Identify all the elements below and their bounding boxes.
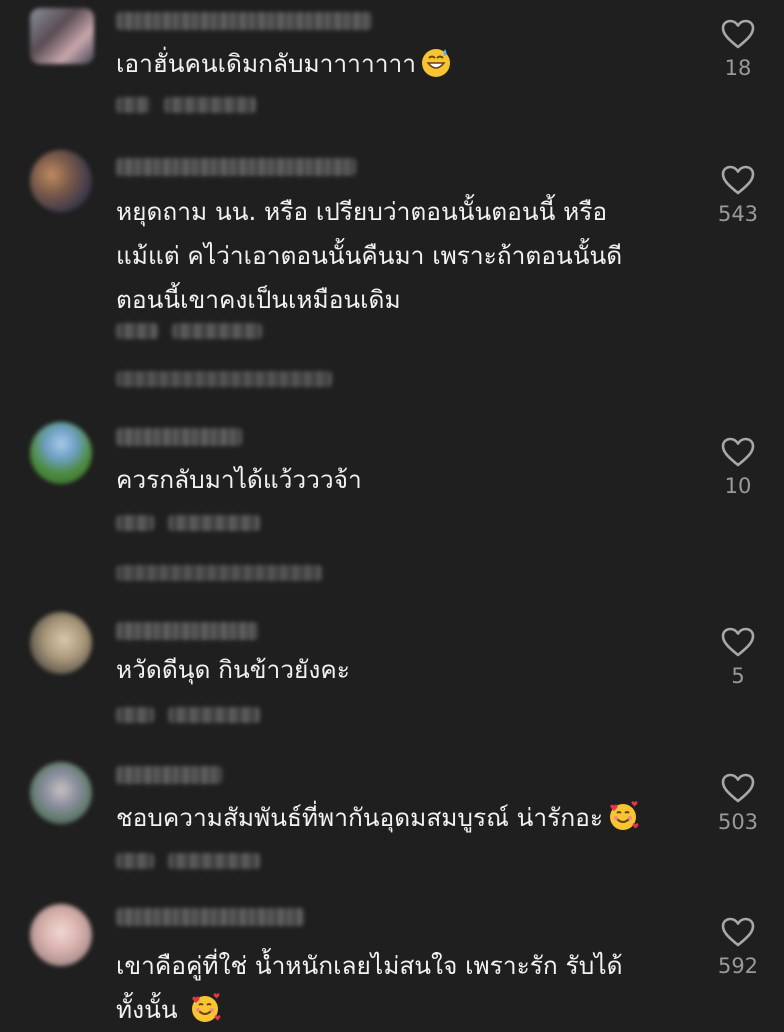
like-button[interactable]: 18	[712, 18, 764, 80]
like-count: 5	[731, 664, 745, 688]
like-button[interactable]: 592	[712, 916, 764, 978]
smiling-hearts-emoji	[192, 993, 221, 1022]
like-count: 503	[717, 810, 759, 834]
username[interactable]	[116, 766, 222, 784]
avatar[interactable]	[30, 904, 92, 966]
comment-meta	[116, 850, 274, 869]
heart-outline-icon	[721, 19, 755, 49]
comment-meta	[116, 320, 276, 339]
comment-meta	[116, 704, 274, 723]
comment-text: ควรกลับมาได้แว้วววจ้า	[116, 465, 362, 494]
heart-outline-icon	[721, 627, 755, 657]
comment-meta	[116, 512, 274, 531]
username[interactable]	[116, 428, 242, 446]
heart-outline-icon	[721, 165, 755, 195]
comment-text: ชอบความสัมพันธ์ที่พากันอุดมสมบูรณ์ น่ารั…	[116, 796, 696, 840]
view-replies[interactable]	[116, 562, 322, 581]
heart-outline-icon	[721, 773, 755, 803]
grinning-sweat-emoji	[421, 49, 450, 77]
comment-text: เอาฮั่นคนเดิมกลับมาาาาาาา	[116, 42, 696, 86]
username[interactable]	[116, 622, 258, 640]
like-count: 10	[724, 474, 752, 498]
like-count: 543	[717, 202, 759, 226]
smiling-hearts-emoji	[610, 801, 639, 830]
like-button[interactable]: 503	[712, 772, 764, 834]
comment-text: เขาคือคู่ที่ใช่ น้ำหนักเลยไม่สนใจ เพราะร…	[116, 951, 623, 1024]
like-button[interactable]: 543	[712, 164, 764, 226]
username[interactable]	[116, 908, 304, 926]
heart-outline-icon	[721, 437, 755, 467]
avatar[interactable]	[30, 422, 92, 484]
username[interactable]	[116, 158, 356, 176]
comment-text: หวัดดีนุด กินข้าวยังคะ	[116, 655, 350, 684]
avatar[interactable]	[30, 762, 92, 824]
view-replies[interactable]	[116, 368, 332, 387]
avatar[interactable]	[30, 150, 92, 212]
comment-text: หยุดถาม นน. หรือ เปรียบว่าตอนนั้นตอนนี้ …	[116, 197, 623, 314]
like-button[interactable]: 5	[712, 626, 764, 688]
comment-meta	[116, 94, 270, 113]
like-count: 592	[717, 954, 759, 978]
avatar[interactable]	[30, 612, 92, 674]
avatar[interactable]	[30, 8, 94, 64]
username[interactable]	[116, 12, 372, 30]
heart-outline-icon	[721, 917, 755, 947]
like-count: 18	[724, 56, 752, 80]
like-button[interactable]: 10	[712, 436, 764, 498]
